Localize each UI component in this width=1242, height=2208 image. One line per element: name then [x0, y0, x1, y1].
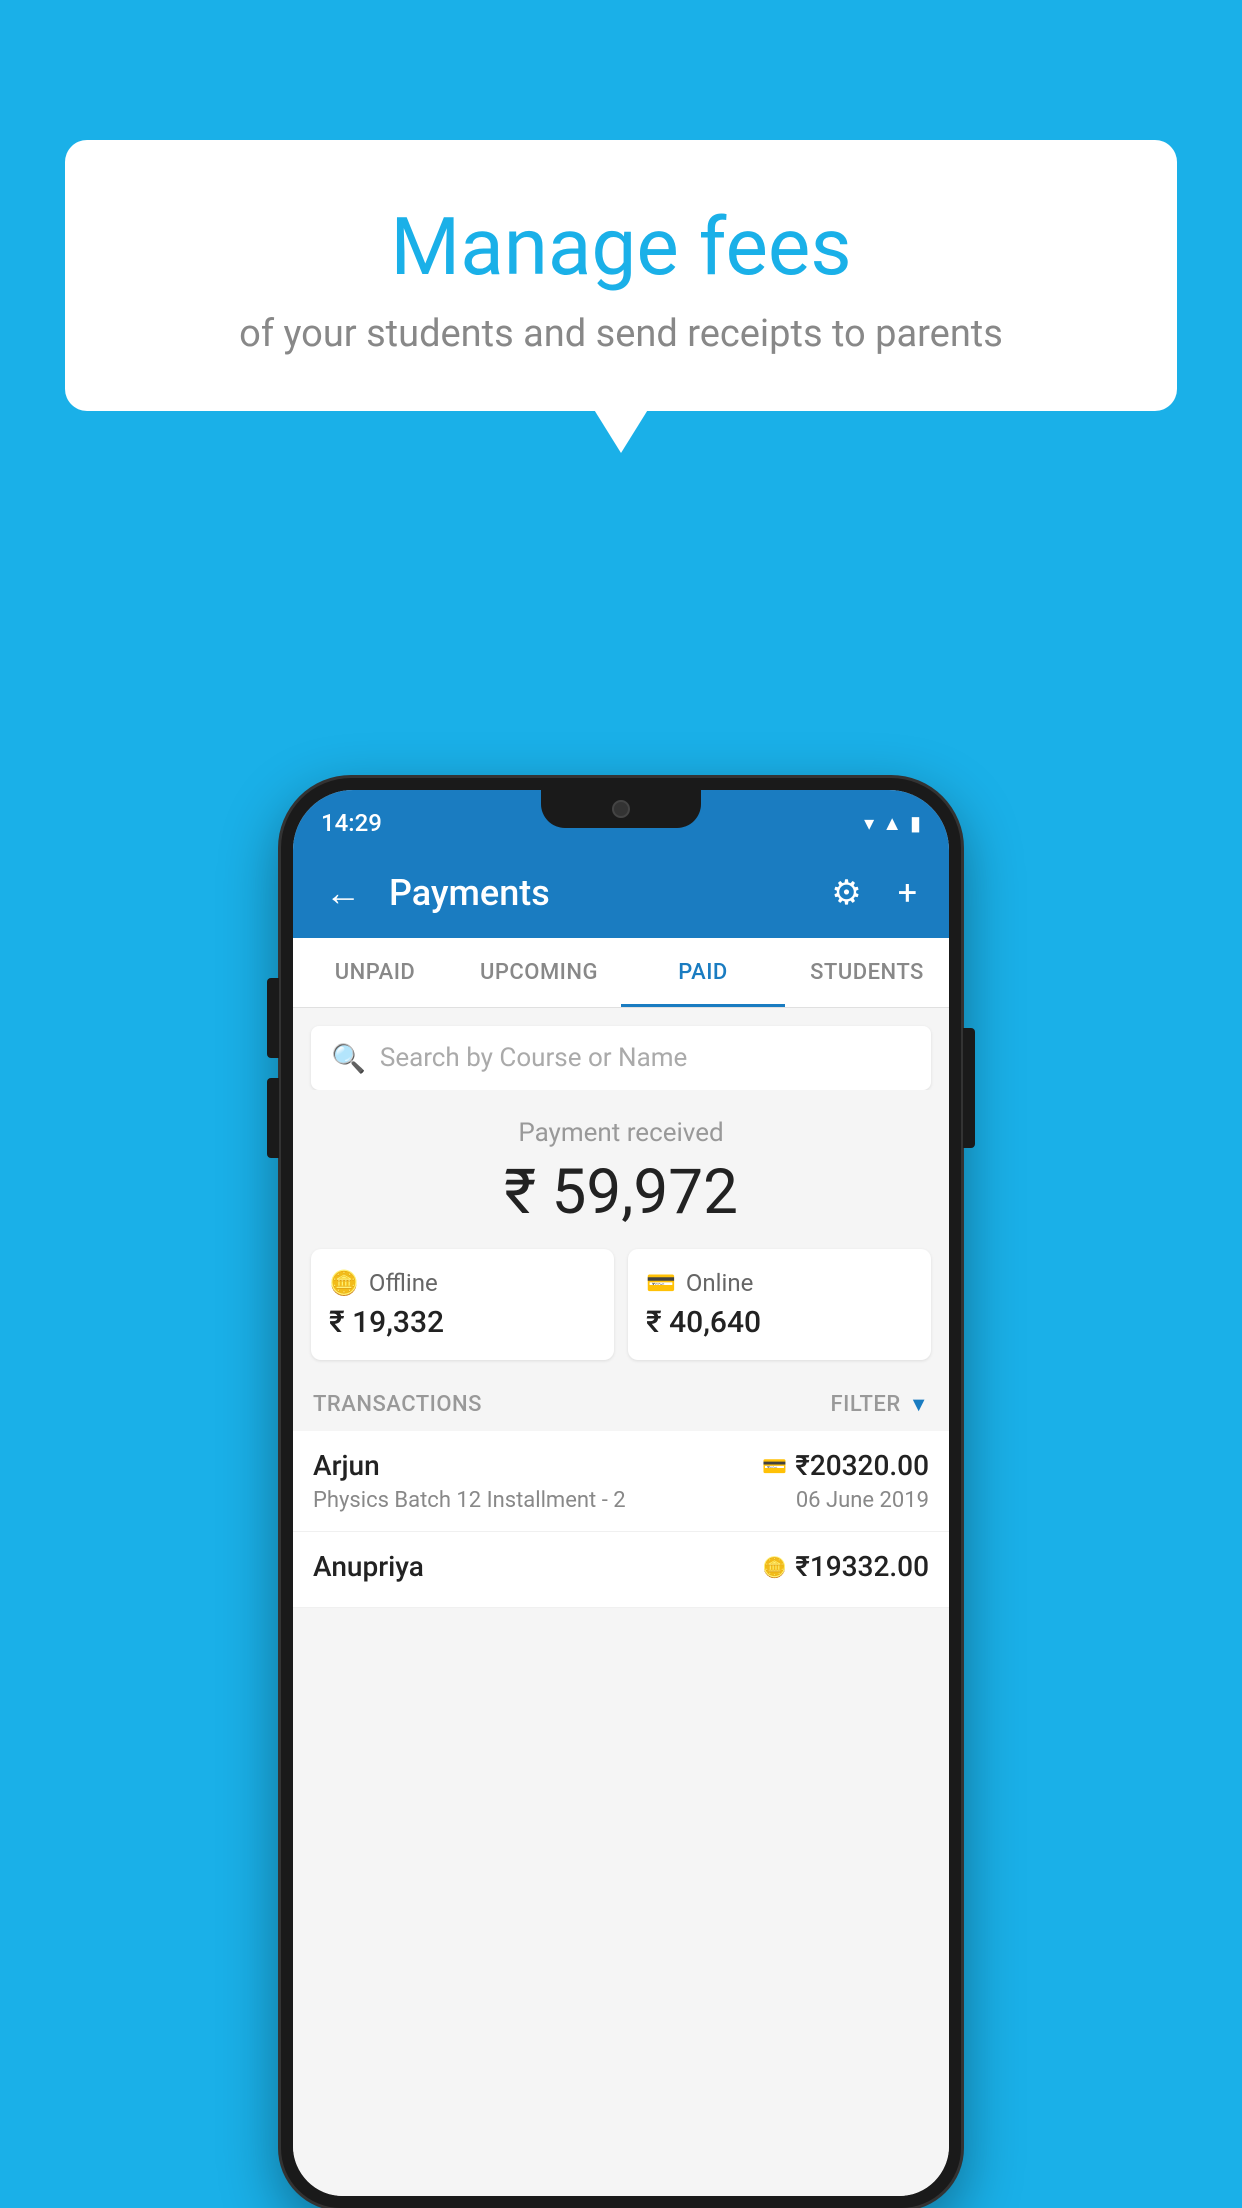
settings-button[interactable]: ⚙	[823, 865, 869, 921]
signal-icon: ▲	[882, 811, 902, 836]
status-icons: ▾ ▲ ▮	[864, 811, 921, 836]
tab-unpaid[interactable]: UNPAID	[293, 938, 457, 1007]
online-amount: ₹ 40,640	[646, 1305, 913, 1340]
offline-card-header: 🪙 Offline	[329, 1269, 596, 1297]
content-area: 🔍 Search by Course or Name Payment recei…	[293, 1008, 949, 2196]
tab-students[interactable]: STUDENTS	[785, 938, 949, 1007]
transaction-name-arjun: Arjun	[313, 1449, 380, 1482]
filter-button[interactable]: FILTER ▼	[830, 1392, 929, 1417]
transaction-date-arjun: 06 June 2019	[796, 1488, 929, 1513]
status-time: 14:29	[321, 809, 382, 837]
speech-bubble: Manage fees of your students and send re…	[65, 140, 1177, 411]
transaction-bottom-arjun: Physics Batch 12 Installment - 2 06 June…	[313, 1488, 929, 1513]
tab-upcoming[interactable]: UPCOMING	[457, 938, 621, 1007]
payment-received-amount: ₹ 59,972	[313, 1156, 929, 1229]
table-row[interactable]: Arjun 💳 ₹20320.00 Physics Batch 12 Insta…	[293, 1431, 949, 1532]
offline-payment-icon: 🪙	[762, 1555, 787, 1579]
online-payment-icon: 💳	[762, 1454, 787, 1478]
payment-received-section: Payment received ₹ 59,972	[293, 1090, 949, 1249]
transaction-amount-wrap-arjun: 💳 ₹20320.00	[762, 1449, 929, 1482]
transaction-name-anupriya: Anupriya	[313, 1550, 424, 1583]
online-card: 💳 Online ₹ 40,640	[628, 1249, 931, 1360]
search-placeholder-text: Search by Course or Name	[380, 1043, 687, 1073]
online-card-header: 💳 Online	[646, 1269, 913, 1297]
add-button[interactable]: +	[890, 865, 925, 921]
wifi-icon: ▾	[864, 811, 874, 835]
app-bar: ← Payments ⚙ +	[293, 848, 949, 938]
transaction-top-anupriya: Anupriya 🪙 ₹19332.00	[313, 1550, 929, 1583]
table-row[interactable]: Anupriya 🪙 ₹19332.00	[293, 1532, 949, 1608]
transactions-label: TRANSACTIONS	[313, 1392, 482, 1417]
speech-bubble-container: Manage fees of your students and send re…	[65, 140, 1177, 411]
phone-notch	[541, 790, 701, 828]
camera	[612, 800, 630, 818]
offline-amount: ₹ 19,332	[329, 1305, 596, 1340]
transaction-top-arjun: Arjun 💳 ₹20320.00	[313, 1449, 929, 1482]
phone-frame: 14:29 ▾ ▲ ▮ ← Payments ⚙ + UNPAID	[281, 778, 961, 2208]
payment-received-label: Payment received	[313, 1118, 929, 1148]
transaction-course-arjun: Physics Batch 12 Installment - 2	[313, 1488, 626, 1513]
offline-card: 🪙 Offline ₹ 19,332	[311, 1249, 614, 1360]
battery-icon: ▮	[910, 811, 921, 835]
phone-screen: 14:29 ▾ ▲ ▮ ← Payments ⚙ + UNPAID	[293, 790, 949, 2196]
online-icon: 💳	[646, 1269, 676, 1297]
bubble-subtitle: of your students and send receipts to pa…	[115, 312, 1127, 356]
filter-icon: ▼	[909, 1392, 929, 1417]
transaction-amount-arjun: ₹20320.00	[795, 1449, 929, 1482]
offline-label: Offline	[369, 1269, 438, 1297]
bubble-title: Manage fees	[115, 200, 1127, 294]
transactions-header: TRANSACTIONS FILTER ▼	[293, 1378, 949, 1431]
filter-label: FILTER	[830, 1392, 900, 1417]
tabs: UNPAID UPCOMING PAID STUDENTS	[293, 938, 949, 1008]
payment-cards: 🪙 Offline ₹ 19,332 💳 Online ₹ 40,640	[293, 1249, 949, 1378]
search-icon: 🔍	[331, 1042, 366, 1075]
phone-outer: 14:29 ▾ ▲ ▮ ← Payments ⚙ + UNPAID	[281, 778, 961, 2208]
phone-inner: 14:29 ▾ ▲ ▮ ← Payments ⚙ + UNPAID	[293, 790, 949, 2196]
online-label: Online	[686, 1269, 753, 1297]
transaction-amount-anupriya: ₹19332.00	[795, 1550, 929, 1583]
back-button[interactable]: ←	[317, 864, 369, 922]
app-title: Payments	[389, 872, 803, 914]
search-bar[interactable]: 🔍 Search by Course or Name	[311, 1026, 931, 1090]
transaction-amount-wrap-anupriya: 🪙 ₹19332.00	[762, 1550, 929, 1583]
offline-icon: 🪙	[329, 1269, 359, 1297]
tab-paid[interactable]: PAID	[621, 938, 785, 1007]
